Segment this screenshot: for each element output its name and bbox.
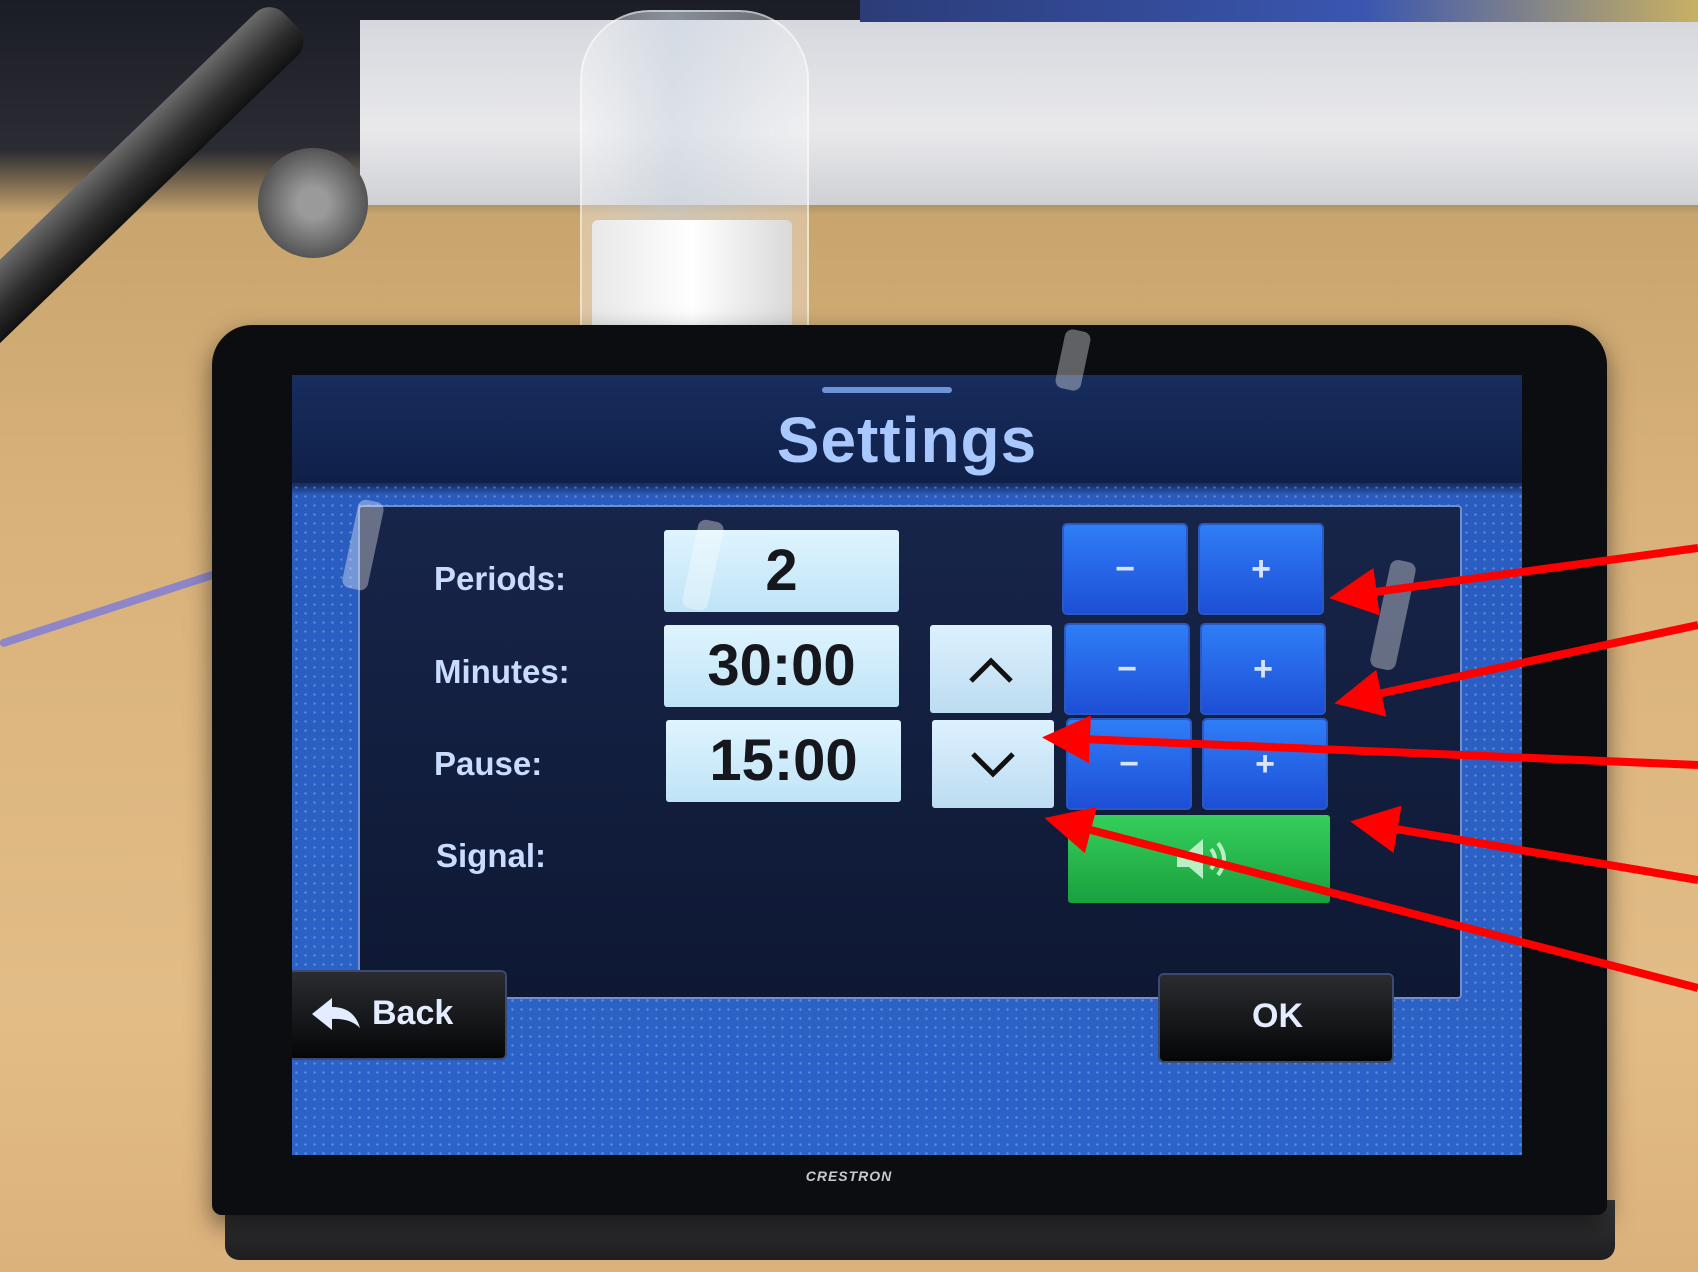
- annotation-arrow: [1044, 806, 1698, 992]
- annotation-arrow: [1329, 544, 1698, 616]
- annotation-arrow: [1042, 715, 1698, 769]
- annotation-arrow: [1350, 805, 1698, 884]
- annotation-arrows: [1042, 544, 1698, 992]
- annotation-arrow: [1334, 621, 1698, 717]
